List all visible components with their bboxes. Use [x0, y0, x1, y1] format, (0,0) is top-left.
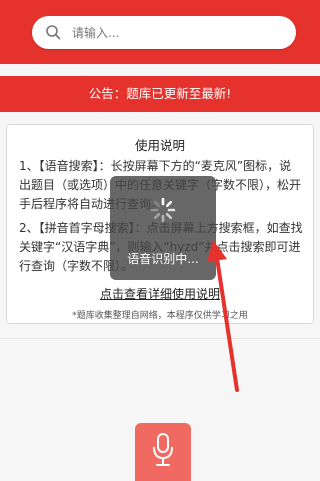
detailed-instructions-link[interactable]: 点击查看详细使用说明 [7, 285, 313, 302]
search-icon [46, 25, 61, 40]
footnote: *题库收集整理自网络，本程序仅供学习之用 [72, 311, 248, 321]
header-bar [0, 0, 320, 64]
voice-recognition-toast: 语音识别中... [110, 176, 216, 280]
toast-text: 语音识别中... [127, 252, 199, 266]
microphone-button[interactable] [135, 423, 191, 481]
instructions-title: 使用说明 [134, 138, 185, 153]
search-input[interactable] [72, 16, 282, 49]
search-bar[interactable] [32, 16, 296, 49]
loading-spinner-icon [150, 197, 176, 223]
microphone-icon [153, 433, 173, 466]
announcement-banner: 公告：题库已更新至最新! [0, 76, 320, 112]
divider [0, 338, 320, 339]
